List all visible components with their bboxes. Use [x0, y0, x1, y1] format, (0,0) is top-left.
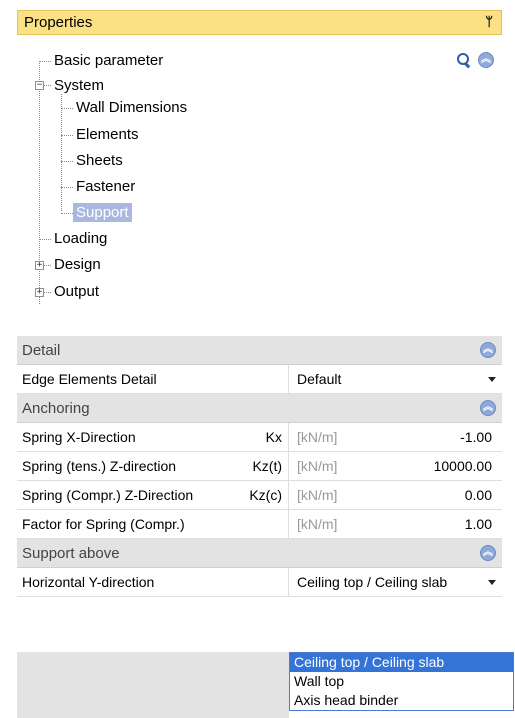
- tree-item-elements[interactable]: Elements: [73, 123, 142, 146]
- dropdown-option[interactable]: Axis head binder: [290, 691, 513, 710]
- dropdown-option[interactable]: Ceiling top / Ceiling slab: [290, 653, 513, 672]
- dropdown-arrow-icon[interactable]: [488, 377, 496, 382]
- tree-item-fastener[interactable]: Fastener: [73, 175, 138, 198]
- dropdown-option[interactable]: Wall top: [290, 672, 513, 691]
- pin-icon[interactable]: ᛘ: [485, 14, 493, 29]
- property-row-horizontal-y[interactable]: Horizontal Y-direction Ceiling top / Cei…: [17, 568, 502, 597]
- property-row-factor-spring-compr[interactable]: Factor for Spring (Compr.) [kN/m] 1.00: [17, 510, 502, 539]
- collapse-icon[interactable]: ︽: [480, 545, 496, 561]
- spring-x-input[interactable]: [kN/m] -1.00: [289, 423, 502, 451]
- property-row-spring-x[interactable]: Spring X-Direction Kx [kN/m] -1.00: [17, 423, 502, 452]
- section-support-above-header[interactable]: Support above ︽: [17, 539, 502, 568]
- property-row-edge-elements-detail[interactable]: Edge Elements Detail Default: [17, 365, 502, 394]
- tree-item-system[interactable]: System: [51, 74, 107, 97]
- spring-z-compr-input[interactable]: [kN/m] 0.00: [289, 481, 502, 509]
- tree-item-output[interactable]: Output: [51, 280, 102, 303]
- tree-item-sheets[interactable]: Sheets: [73, 149, 126, 172]
- collapse-icon[interactable]: ︽: [480, 342, 496, 358]
- dropdown-arrow-icon[interactable]: [488, 580, 496, 585]
- panel-title: Properties: [24, 14, 93, 31]
- property-row-spring-z-compr[interactable]: Spring (Compr.) Z-Direction Kz(c) [kN/m] 0…: [17, 481, 502, 510]
- spring-z-tens-input[interactable]: [kN/m] 10000.00: [289, 452, 502, 480]
- edge-elements-detail-select[interactable]: Default: [289, 365, 502, 393]
- horizontal-y-select[interactable]: Ceiling top / Ceiling slab: [289, 568, 502, 596]
- section-detail-header[interactable]: Detail ︽: [17, 336, 502, 365]
- tree-item-design[interactable]: Design: [51, 253, 104, 276]
- collapse-icon[interactable]: ︽: [478, 52, 494, 68]
- factor-spring-compr-input[interactable]: [kN/m] 1.00: [289, 510, 502, 538]
- tree-item-basic-parameter[interactable]: Basic parameter: [51, 49, 166, 72]
- tree-view: ︽ − + + Basic parameter System Wall Dime…: [17, 38, 502, 308]
- grid-empty-area: [17, 652, 289, 718]
- property-name: Edge Elements Detail: [22, 371, 157, 387]
- collapse-icon[interactable]: ︽: [480, 400, 496, 416]
- property-grid: Detail ︽ Edge Elements Detail Default An…: [17, 336, 502, 597]
- expand-output-toggle[interactable]: +: [35, 288, 44, 297]
- property-row-spring-z-tens[interactable]: Spring (tens.) Z-direction Kz(t) [kN/m] 10…: [17, 452, 502, 481]
- section-anchoring-header[interactable]: Anchoring ︽: [17, 394, 502, 423]
- tree-item-wall-dimensions[interactable]: Wall Dimensions: [73, 96, 190, 119]
- expand-design-toggle[interactable]: +: [35, 261, 44, 270]
- tree-item-support[interactable]: Support: [73, 201, 132, 224]
- properties-title-bar: Properties ᛘ: [17, 10, 502, 35]
- horizontal-y-dropdown-list[interactable]: Ceiling top / Ceiling slab Wall top Axis…: [289, 652, 514, 711]
- tree-toolbar: ︽: [456, 52, 494, 68]
- tree-item-loading[interactable]: Loading: [51, 227, 110, 250]
- search-icon[interactable]: [456, 52, 472, 68]
- collapse-system-toggle[interactable]: −: [35, 81, 44, 90]
